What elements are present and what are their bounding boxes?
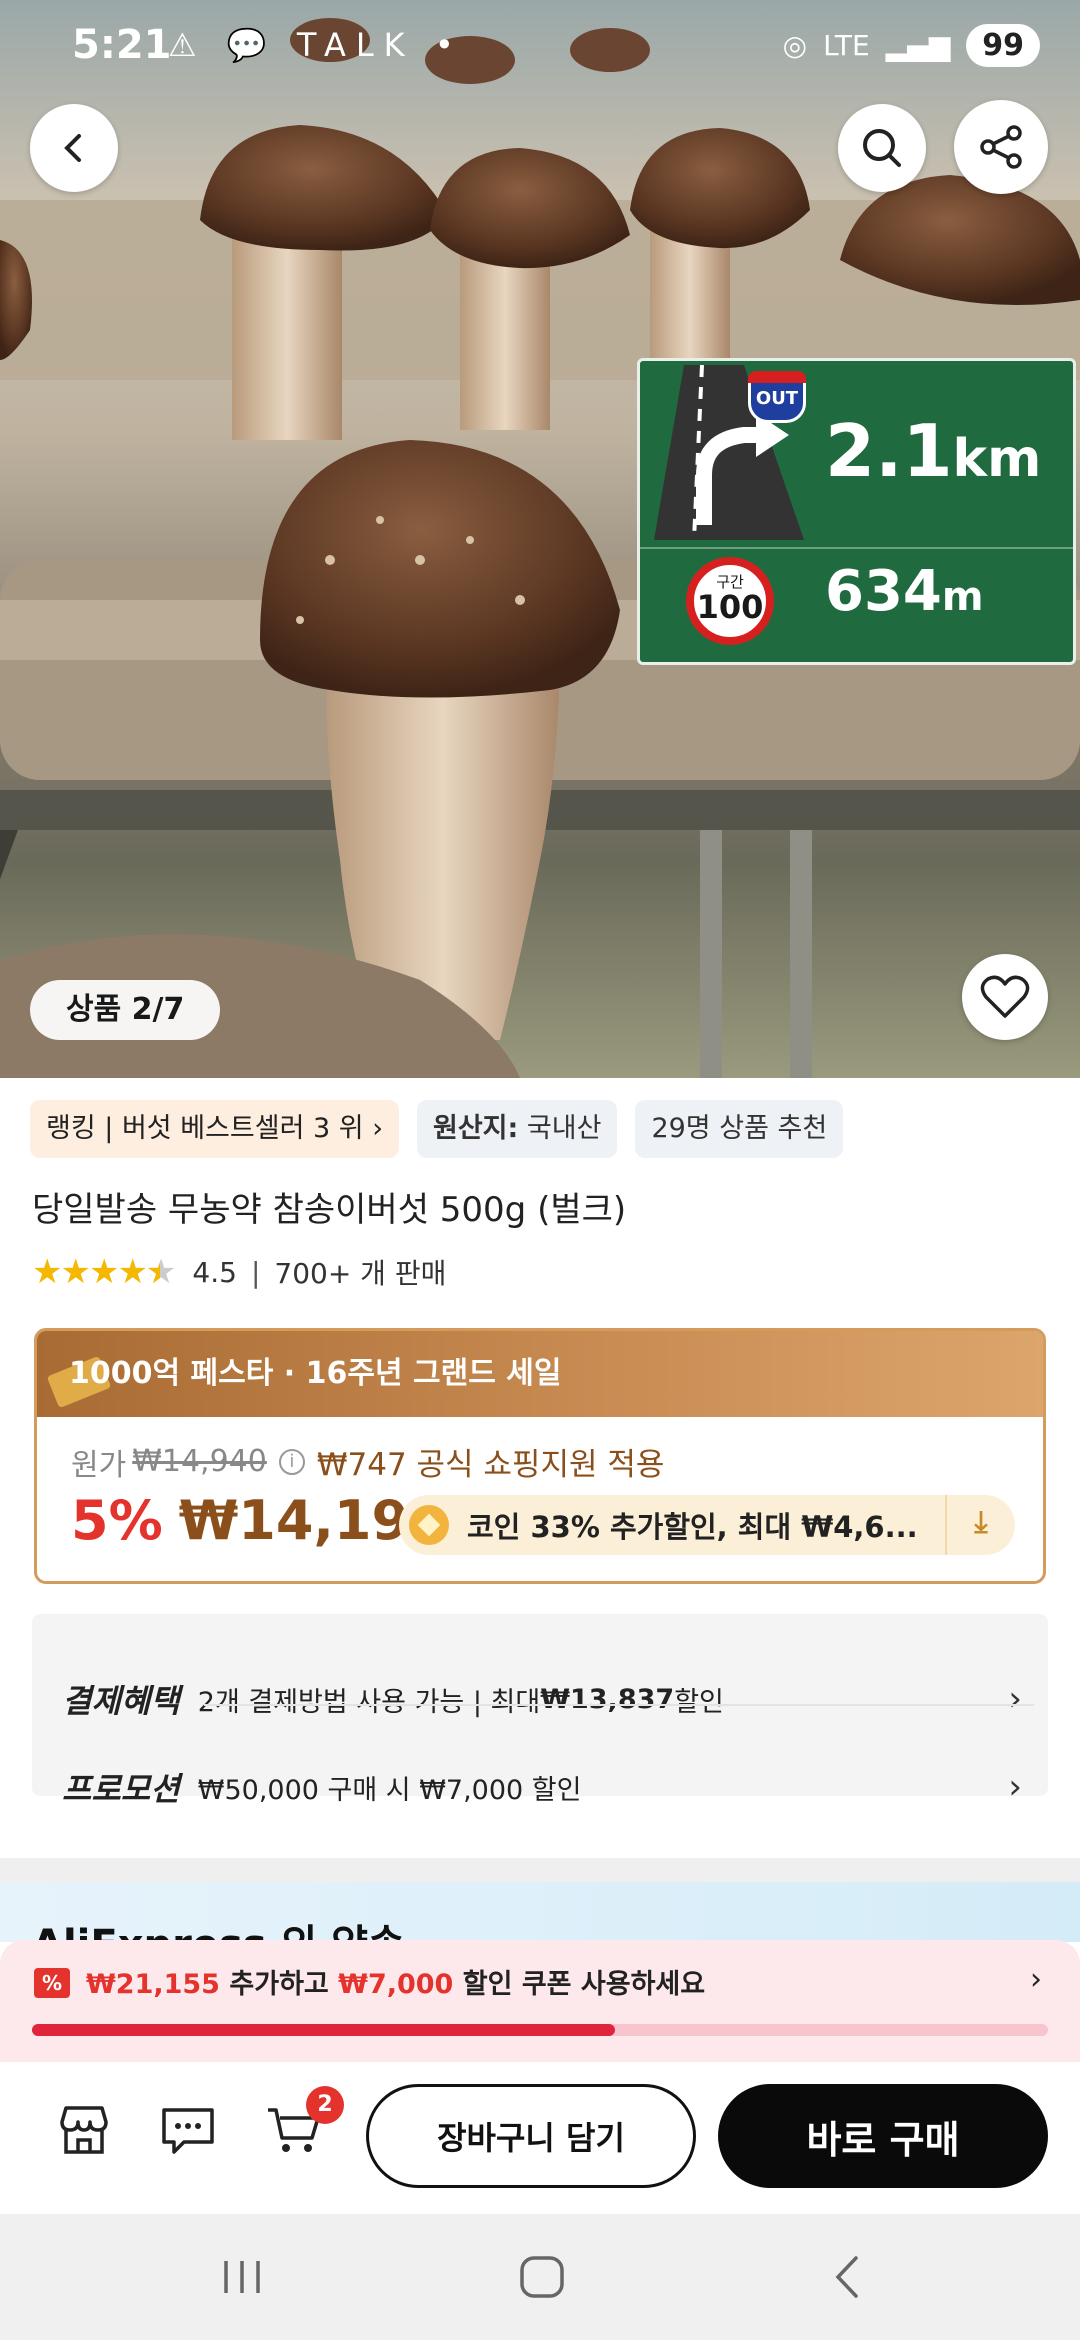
add-to-cart-button[interactable]: 장바구니 담기 bbox=[366, 2084, 696, 2188]
product-chips: 랭킹 | 버섯 베스트셀러 3 위 › 원산지: 국내산 29명 상품 추천 bbox=[30, 1100, 844, 1158]
section-divider bbox=[0, 1858, 1080, 1882]
original-price-label: 원가 bbox=[71, 1447, 127, 1483]
search-button[interactable] bbox=[838, 104, 926, 192]
home-icon bbox=[520, 2256, 564, 2298]
coupon-message: ₩21,155 추가하고 ₩7,000 할인 쿠폰 사용하세요 bbox=[86, 1969, 706, 2000]
network-label: LTE bbox=[823, 29, 870, 62]
image-counter: 상품 2/7 bbox=[30, 980, 221, 1040]
benefit-label: 결제혜택 bbox=[62, 1682, 180, 1720]
rating-row[interactable]: ★★★★★★ 4.5 | 700+ 개 판매 bbox=[32, 1252, 446, 1292]
share-button[interactable] bbox=[954, 100, 1048, 194]
ranking-chip[interactable]: 랭킹 | 버섯 베스트셀러 3 위 › bbox=[30, 1100, 399, 1158]
buy-now-button[interactable]: 바로 구매 bbox=[718, 2084, 1048, 2188]
rating-stars-icon: ★★★★★★ bbox=[32, 1252, 176, 1292]
chevron-left-icon bbox=[64, 134, 81, 162]
promise-section-header: AliExpress 의 약속 bbox=[0, 1882, 1080, 1942]
sales-count: 700+ 개 판매 bbox=[274, 1257, 447, 1290]
benefits-box: 결제혜택 2개 결제방법 사용 가능 | 최대 ₩13,837 할인 › 프로모… bbox=[32, 1614, 1048, 1808]
recommend-chip: 29명 상품 추천 bbox=[635, 1100, 844, 1158]
chevron-right-icon: › bbox=[1030, 1962, 1042, 1997]
home-button[interactable] bbox=[512, 2252, 572, 2302]
promotion-label: 프로모션 bbox=[62, 1770, 180, 1808]
origin-chip: 원산지: 국내산 bbox=[417, 1100, 618, 1158]
coupon-percent-icon: % bbox=[34, 1968, 70, 1998]
notification-icons: ⚠ 💬 TALK • bbox=[168, 26, 464, 64]
chat-icon bbox=[162, 2108, 214, 2154]
info-icon[interactable]: i bbox=[278, 1448, 305, 1475]
status-bar: 5:21 ⚠ 💬 TALK • ◎ LTE ▂▄▆ 99 bbox=[0, 0, 1080, 96]
battery-indicator: 99 bbox=[966, 24, 1040, 67]
original-price: ₩14,940 bbox=[132, 1444, 267, 1479]
coin-icon bbox=[409, 1505, 449, 1545]
product-title: 당일발송 무농약 참송이버섯 500g (벌크) bbox=[32, 1190, 627, 1230]
speed-limit-value: 100 bbox=[696, 588, 764, 626]
benefit-divider bbox=[204, 1704, 1034, 1706]
signal-icon: ▂▄▆ bbox=[885, 29, 951, 62]
original-price-row: 원가 ₩14,940 i ₩747 공식 쇼핑지원 적용 bbox=[71, 1439, 664, 1484]
system-back-button[interactable] bbox=[818, 2252, 878, 2302]
coin-text: 코인 33% 추가할인, 최대 ₩4,6... bbox=[467, 1510, 918, 1544]
shopping-support: ₩747 공식 쇼핑지원 적용 bbox=[316, 1447, 665, 1483]
chevron-right-icon: › bbox=[1008, 1679, 1022, 1719]
recent-apps-icon bbox=[224, 2261, 260, 2293]
speed-limit-sign: 구간 100 bbox=[686, 557, 774, 645]
coin-discount-pill[interactable]: 코인 33% 추가할인, 최대 ₩4,6... ⤓ bbox=[399, 1495, 1015, 1555]
coupon-progress-track bbox=[32, 2024, 1048, 2036]
back-arrow-icon bbox=[835, 2256, 858, 2298]
system-nav-bar bbox=[0, 2214, 1080, 2340]
hotspot-icon: ◎ bbox=[782, 29, 808, 62]
store-icon bbox=[60, 2106, 108, 2154]
navigation-sign-overlay: OUT 2.1km 구간 100 634m bbox=[637, 358, 1076, 665]
rating-value: 4.5 bbox=[192, 1255, 237, 1289]
wishlist-button[interactable] bbox=[962, 954, 1048, 1040]
distance-primary: 2.1km bbox=[825, 409, 1042, 493]
product-image[interactable]: 5:21 ⚠ 💬 TALK • ◎ LTE ▂▄▆ 99 OUT 2.1km 구… bbox=[0, 0, 1080, 1078]
coupon-banner[interactable]: % ₩21,155 추가하고 ₩7,000 할인 쿠폰 사용하세요 › bbox=[0, 1940, 1080, 2062]
bottom-action-bar: 2 장바구니 담기 바로 구매 bbox=[0, 2062, 1080, 2214]
promise-section-title: AliExpress 의 약속 bbox=[32, 1912, 405, 1942]
status-time: 5:21 bbox=[72, 22, 172, 68]
store-button[interactable] bbox=[54, 2100, 114, 2160]
promotion-row[interactable]: 프로모션 ₩50,000 구매 시 ₩7,000 할인 › bbox=[62, 1752, 1022, 1822]
price-card: 1000억 페스타 · 16주년 그랜드 세일 원가 ₩14,940 i ₩74… bbox=[34, 1328, 1046, 1584]
sale-banner: 1000억 페스타 · 16주년 그랜드 세일 bbox=[37, 1331, 1043, 1417]
back-button[interactable] bbox=[30, 104, 118, 192]
search-icon bbox=[863, 129, 901, 167]
recent-apps-button[interactable] bbox=[212, 2252, 272, 2302]
exit-badge: OUT bbox=[748, 371, 806, 423]
cart-count-badge: 2 bbox=[306, 2086, 344, 2124]
share-icon bbox=[980, 125, 1022, 169]
chat-button[interactable] bbox=[158, 2100, 218, 2160]
chevron-right-icon: › bbox=[372, 1113, 383, 1144]
download-icon[interactable]: ⤓ bbox=[945, 1495, 1015, 1555]
heart-icon bbox=[980, 975, 1030, 1018]
chevron-right-icon: › bbox=[1008, 1767, 1022, 1807]
payment-benefit-row[interactable]: 결제혜택 2개 결제방법 사용 가능 | 최대 ₩13,837 할인 › bbox=[62, 1664, 1022, 1734]
sign-divider bbox=[640, 547, 1073, 549]
distance-secondary: 634m bbox=[825, 559, 984, 624]
current-price-row: 5% ₩14,193 bbox=[71, 1489, 447, 1552]
coupon-progress-fill bbox=[32, 2024, 616, 2036]
discount-percent: 5% bbox=[71, 1489, 163, 1552]
rating-separator: | bbox=[250, 1255, 261, 1289]
